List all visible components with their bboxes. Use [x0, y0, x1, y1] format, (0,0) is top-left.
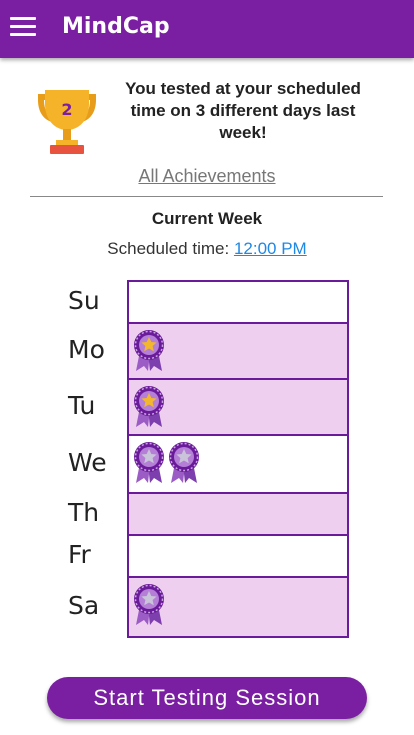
- day-label-fr: Fr: [68, 540, 91, 569]
- app-title: MindCap: [62, 14, 170, 39]
- day-cell-mo: [127, 322, 349, 380]
- day-cell-tu: [127, 378, 349, 436]
- current-week-title: Current Week: [151, 209, 263, 228]
- day-label-su: Su: [68, 286, 100, 315]
- day-label-th: Th: [68, 498, 100, 527]
- all-achievements-link[interactable]: All Achievements: [0, 166, 414, 187]
- day-cell-su: [127, 280, 349, 324]
- day-cell-we: [127, 434, 349, 494]
- silver-ribbon-icon: [132, 441, 166, 485]
- day-label-tu: Tu: [68, 391, 96, 420]
- hamburger-menu-icon[interactable]: [10, 17, 36, 39]
- day-cell-th: [127, 492, 349, 536]
- trophy-icon: 2: [32, 86, 102, 156]
- gold-ribbon-icon: [132, 385, 166, 429]
- silver-ribbon-icon: [167, 441, 201, 485]
- app-bar: MindCap: [0, 0, 414, 58]
- scheduled-time-row: Scheduled time: 12:00 PM: [0, 239, 414, 259]
- day-label-sa: Sa: [68, 591, 100, 620]
- day-label-mo: Mo: [68, 335, 105, 364]
- achievement-message: You tested at your scheduled time on 3 d…: [125, 79, 361, 142]
- trophy-count: 2: [61, 100, 73, 119]
- divider: [30, 196, 383, 197]
- scheduled-time-label: Scheduled time:: [107, 239, 234, 258]
- scheduled-time-link[interactable]: 12:00 PM: [234, 239, 307, 258]
- silver-ribbon-icon: [132, 583, 166, 627]
- day-label-we: We: [68, 448, 107, 477]
- gold-ribbon-icon: [132, 329, 166, 373]
- start-testing-session-button[interactable]: Start Testing Session: [47, 677, 367, 719]
- day-cell-sa: [127, 576, 349, 638]
- day-cell-fr: [127, 534, 349, 578]
